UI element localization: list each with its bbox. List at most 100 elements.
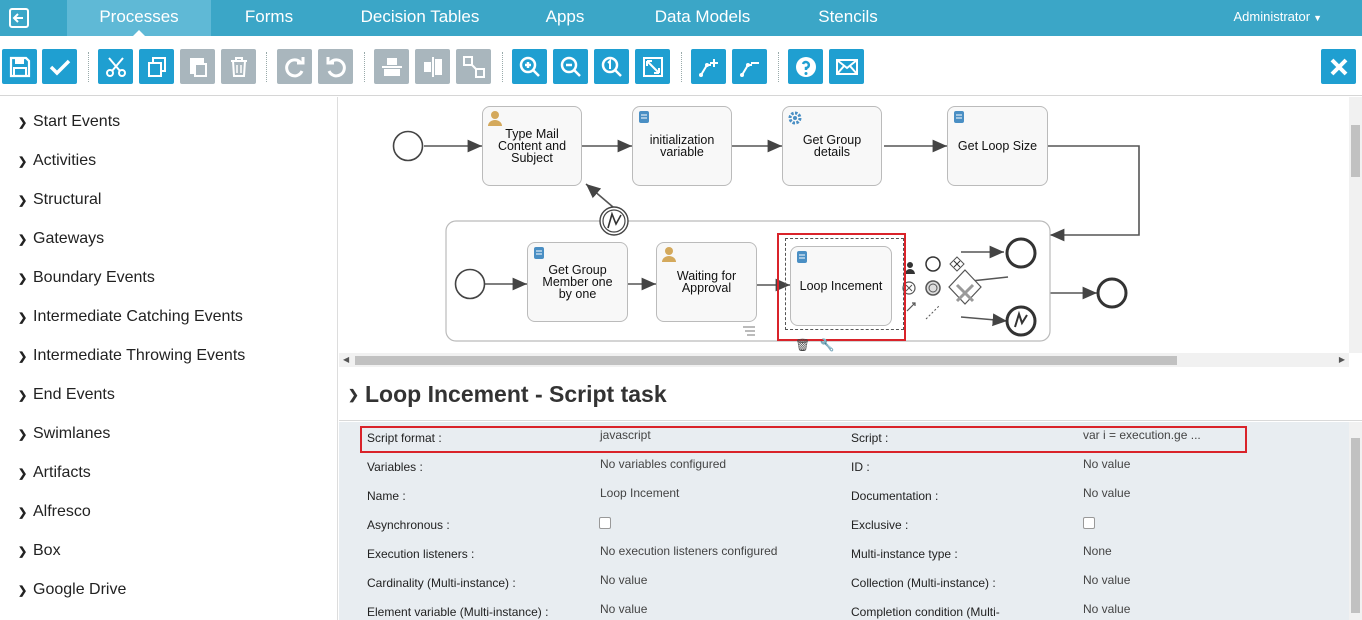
property-label: Cardinality (Multi-instance) : (367, 576, 516, 590)
palette-group-boundary-events[interactable]: ❯ Boundary Events (18, 269, 155, 287)
property-value[interactable]: No value (600, 602, 647, 616)
palette-group-label: Activities (33, 152, 97, 169)
highlight-box (360, 426, 1247, 453)
save-button[interactable] (2, 49, 37, 84)
property-value[interactable]: Loop Incement (600, 486, 679, 500)
tab-data-models[interactable]: Data Models (640, 0, 765, 36)
exclusive-checkbox[interactable] (1083, 517, 1095, 529)
palette-group-start-events[interactable]: ❯ Start Events (18, 113, 120, 131)
task-get-group-details[interactable]: Get Group details (782, 106, 882, 186)
palette-group-box[interactable]: ❯ Box (18, 542, 61, 560)
close-button[interactable] (1321, 49, 1356, 84)
delete-button[interactable] (221, 49, 256, 84)
property-value[interactable]: No value (1083, 486, 1130, 500)
palette-group-artifacts[interactable]: ❯ Artifacts (18, 464, 91, 482)
tab-stencils[interactable]: Stencils (805, 0, 891, 36)
toolbar (0, 36, 1362, 96)
validate-button[interactable] (42, 49, 77, 84)
palette-group-label: End Events (33, 386, 115, 403)
chevron-right-icon: ❯ (18, 312, 28, 324)
scrollbar-thumb[interactable] (1351, 125, 1360, 177)
close-icon (1330, 58, 1347, 75)
property-value[interactable]: No variables configured (600, 457, 726, 471)
property-value[interactable]: No value (1083, 573, 1130, 587)
tab-forms[interactable]: Forms (226, 0, 312, 36)
property-label: Documentation : (851, 489, 939, 503)
chevron-down-icon[interactable]: ❯ (348, 387, 359, 403)
scrollbar-thumb[interactable] (355, 356, 1177, 365)
zoom-fit-button[interactable] (635, 49, 670, 84)
undo-icon (326, 56, 346, 77)
tab-decision-tables[interactable]: Decision Tables (350, 0, 490, 36)
chevron-right-icon: ❯ (18, 273, 28, 285)
tab-processes[interactable]: Processes (67, 0, 211, 37)
trash-icon[interactable]: 🗑 (795, 338, 810, 352)
redo-icon (284, 56, 304, 77)
palette-group-google-drive[interactable]: ❯ Google Drive (18, 581, 126, 599)
task-get-loop-size[interactable]: Get Loop Size (947, 106, 1048, 186)
chevron-right-icon: ❯ (18, 546, 28, 558)
asynchronous-checkbox[interactable] (599, 517, 611, 529)
redo-button[interactable] (277, 49, 312, 84)
user-menu[interactable]: Administrator ▼ (1234, 9, 1323, 24)
arrow-right-icon[interactable]: ▶ (1339, 353, 1345, 367)
align-horizontal-button[interactable] (415, 49, 450, 84)
chevron-right-icon: ❯ (18, 234, 28, 246)
task-label: Get Group Member one by one (542, 263, 613, 301)
property-value[interactable]: No value (600, 573, 647, 587)
add-bendpoint-button[interactable] (691, 49, 726, 84)
align-vertical-icon (381, 57, 402, 76)
wrench-icon[interactable]: 🔧 (820, 338, 835, 352)
property-value[interactable]: No execution listeners configured (600, 544, 777, 558)
zoom-out-button[interactable] (553, 49, 588, 84)
remove-bendpoint-button[interactable] (732, 49, 767, 84)
task-init-variable[interactable]: initialization variable (632, 106, 732, 186)
property-label: Multi-instance type : (851, 547, 958, 561)
palette-group-structural[interactable]: ❯ Structural (18, 191, 101, 209)
task-get-group-member[interactable]: Get Group Member one by one (527, 242, 628, 322)
task-waiting-approval[interactable]: Waiting for Approval (656, 242, 757, 322)
arrow-left-icon[interactable]: ◀ (343, 353, 349, 367)
help-button[interactable] (788, 49, 823, 84)
palette-group-intermediate-throwing-events[interactable]: ❯ Intermediate Throwing Events (18, 347, 245, 365)
undo-button[interactable] (318, 49, 353, 84)
copy-button[interactable] (139, 49, 174, 84)
property-value[interactable]: None (1083, 544, 1112, 558)
canvas-vertical-scrollbar[interactable] (1349, 97, 1362, 353)
chevron-right-icon: ❯ (18, 117, 28, 129)
diagram-canvas[interactable]: Type Mail Content and Subject initializa… (339, 97, 1349, 353)
align-vertical-button[interactable] (374, 49, 409, 84)
copy-icon (147, 56, 166, 77)
user-name: Administrator (1233, 9, 1311, 24)
palette-group-label: Structural (33, 191, 102, 208)
properties-vertical-scrollbar[interactable] (1349, 422, 1362, 620)
palette-group-end-events[interactable]: ❯ End Events (18, 386, 115, 404)
envelope-icon (835, 58, 858, 75)
same-size-button[interactable] (456, 49, 491, 84)
canvas-horizontal-scrollbar[interactable]: ◀ ▶ (339, 353, 1349, 367)
palette-group-activities[interactable]: ❯ Activities (18, 152, 96, 170)
palette-group-label: Artifacts (33, 464, 91, 481)
shape-actions: 🗑 🔧 (795, 338, 835, 352)
trash-icon (230, 56, 247, 77)
feedback-button[interactable] (829, 49, 864, 84)
cut-button[interactable] (98, 49, 133, 84)
task-label: initialization variable (649, 133, 715, 159)
property-value[interactable]: No value (1083, 602, 1130, 616)
service-task-gear-icon (788, 111, 802, 125)
palette-group-alfresco[interactable]: ❯ Alfresco (18, 503, 91, 521)
palette-group-gateways[interactable]: ❯ Gateways (18, 230, 104, 248)
zoom-actual-button[interactable] (594, 49, 629, 84)
palette-group-swimlanes[interactable]: ❯ Swimlanes (18, 425, 110, 443)
property-label: Collection (Multi-instance) : (851, 576, 996, 590)
task-type-mail[interactable]: Type Mail Content and Subject (482, 106, 582, 186)
add-bendpoint-icon (698, 58, 718, 77)
tab-apps[interactable]: Apps (530, 0, 600, 36)
back-icon[interactable] (8, 7, 30, 29)
zoom-in-button[interactable] (512, 49, 547, 84)
property-label: Asynchronous : (367, 518, 450, 532)
palette-group-intermediate-catching-events[interactable]: ❯ Intermediate Catching Events (18, 308, 243, 326)
property-value[interactable]: No value (1083, 457, 1130, 471)
scrollbar-thumb[interactable] (1351, 438, 1360, 613)
paste-button[interactable] (180, 49, 215, 84)
